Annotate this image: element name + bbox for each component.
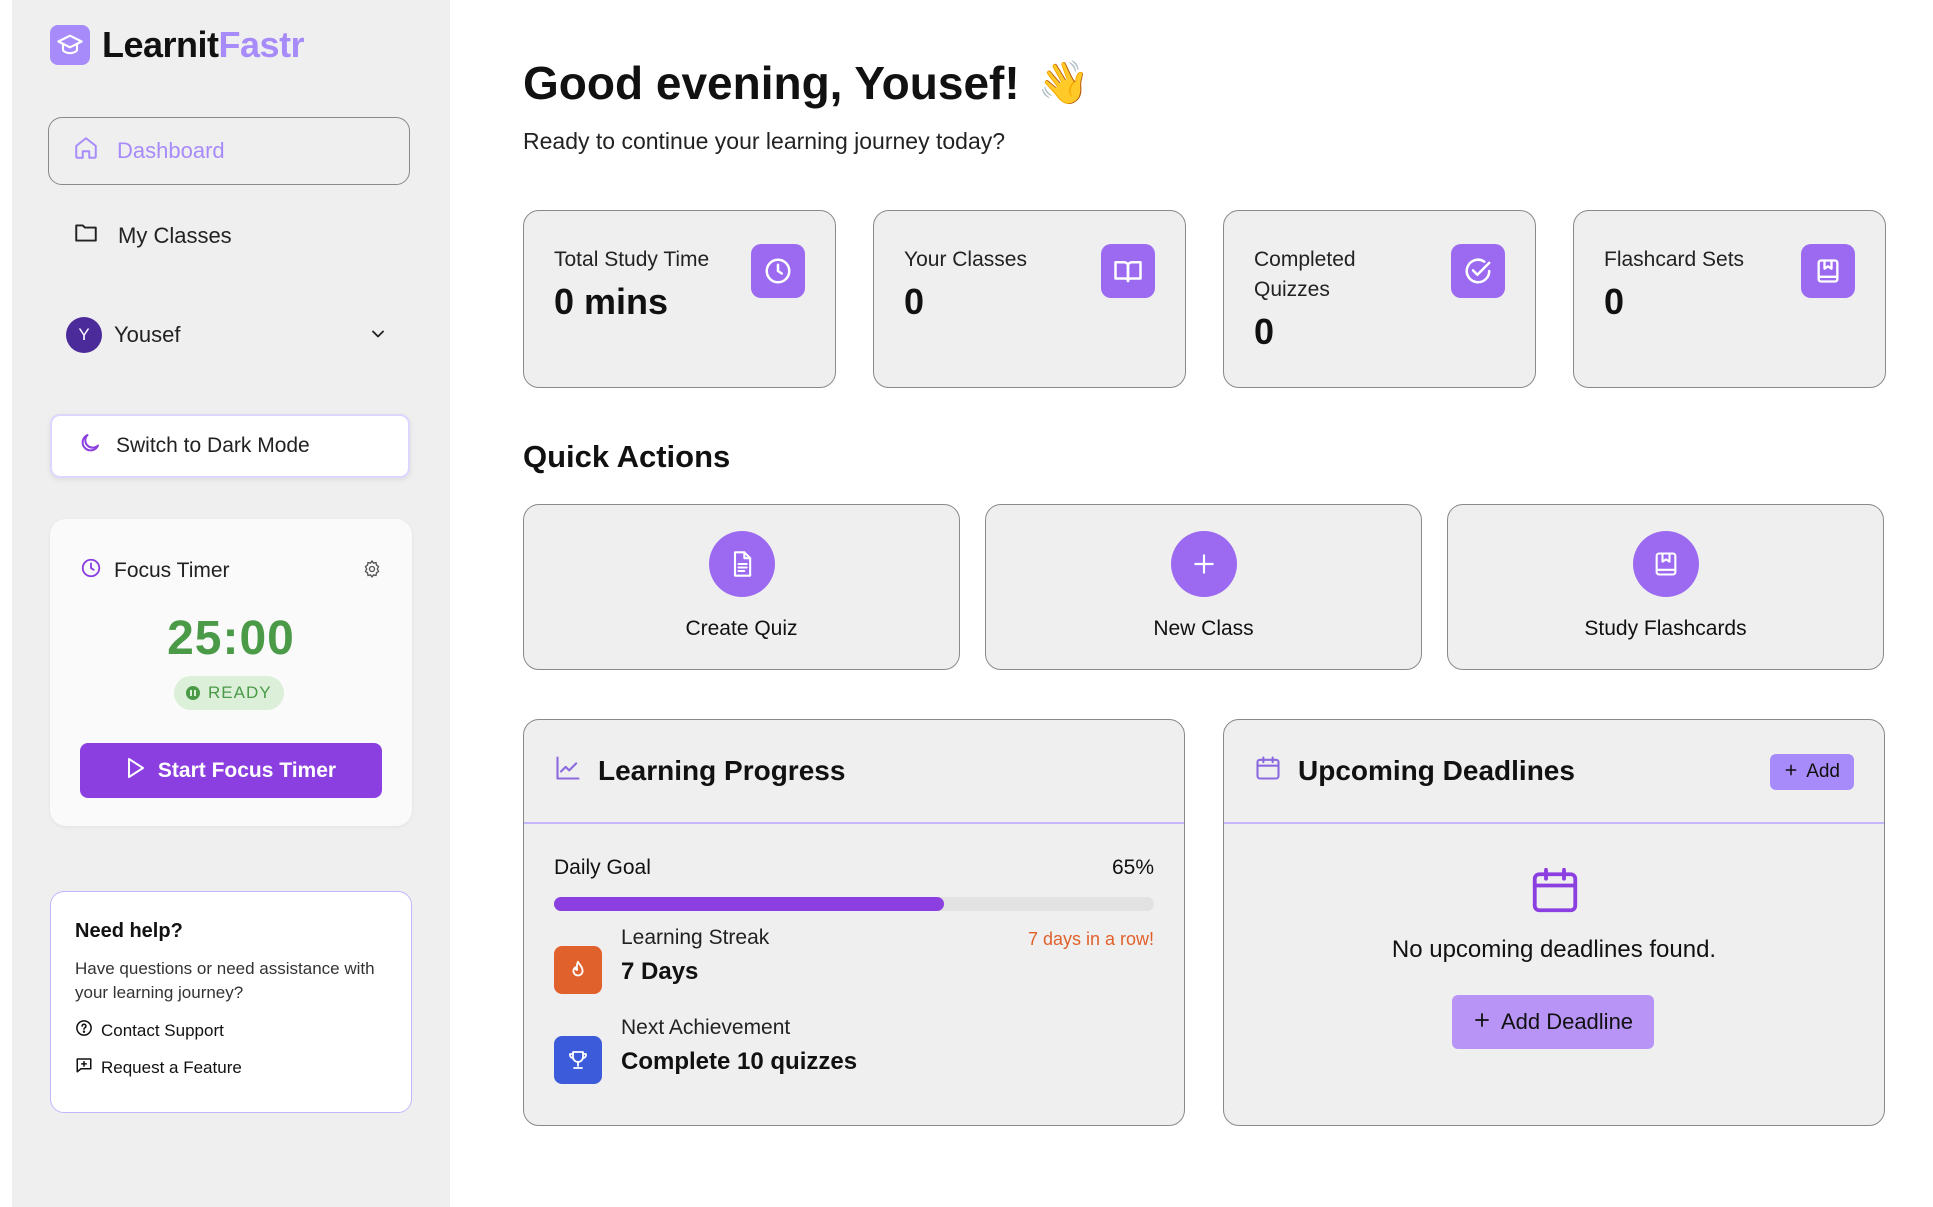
sidebar-item-label: My Classes (118, 223, 232, 248)
stat-value: 0 mins (554, 281, 669, 322)
panel-title: Upcoming Deadlines (1298, 755, 1575, 786)
request-feature-label: Request a Feature (101, 1057, 242, 1077)
plus-icon (1171, 531, 1237, 597)
start-label: Start Focus Timer (157, 758, 337, 782)
stat-label: Your Classes (904, 248, 1027, 271)
stat-value: 0 (1254, 311, 1275, 352)
stat-card-flashcards: Flashcard Sets 0 (1573, 210, 1886, 388)
status-badge: READY (174, 676, 284, 710)
document-icon (709, 531, 775, 597)
sidebar-item-my-classes[interactable]: My Classes (48, 203, 410, 269)
stat-label: Completed Quizzes (1254, 248, 1356, 301)
quick-action-label: New Class (1153, 617, 1254, 640)
daily-goal-row: Daily Goal 65% (554, 856, 1154, 880)
quick-actions-title: Quick Actions (523, 439, 731, 474)
learning-progress-panel: Learning Progress Daily Goal 65% Learnin… (523, 719, 1185, 1126)
daily-goal-progress-bar (554, 897, 1154, 911)
user-menu[interactable]: Y Yousef (48, 304, 410, 366)
stat-card-classes: Your Classes 0 (873, 210, 1186, 388)
sidebar-item-label: Dashboard (117, 138, 225, 163)
add-deadline-small-button[interactable]: Add (1770, 754, 1854, 790)
study-flashcards-button[interactable]: Study Flashcards (1447, 504, 1884, 670)
flame-icon (554, 946, 602, 994)
achievement-value: Complete 10 quizzes (621, 1048, 858, 1075)
sidebar: LearnitFastr Dashboard My Classes Y Yous… (12, 0, 450, 1207)
new-class-button[interactable]: New Class (985, 504, 1422, 670)
daily-goal-percent: 65% (1111, 856, 1154, 879)
graduation-cap-icon (50, 25, 90, 65)
user-name: Yousef (114, 322, 181, 347)
message-plus-icon (75, 1056, 93, 1079)
moon-icon (78, 431, 102, 461)
add-label: Add (1806, 761, 1840, 782)
plus-icon (1473, 1009, 1491, 1035)
bookmark-book-icon (1633, 531, 1699, 597)
streak-label: Learning Streak (621, 926, 770, 949)
daily-goal-progress-fill (554, 897, 944, 911)
play-icon (126, 757, 146, 785)
add-deadline-label: Add Deadline (1500, 1009, 1634, 1034)
upcoming-deadlines-header: Upcoming Deadlines Add (1224, 720, 1884, 824)
check-circle-icon (1451, 244, 1505, 298)
app-name: LearnitFastr (102, 24, 305, 65)
book-open-icon (1101, 244, 1155, 298)
stat-label: Total Study Time (554, 248, 710, 271)
add-deadline-button[interactable]: Add Deadline (1452, 995, 1654, 1049)
create-quiz-button[interactable]: Create Quiz (523, 504, 960, 670)
empty-state-text: No upcoming deadlines found. (1391, 936, 1717, 963)
stat-value: 0 (1604, 281, 1625, 322)
pause-icon (186, 686, 200, 700)
calendar-icon (1254, 754, 1282, 789)
quick-action-label: Study Flashcards (1584, 617, 1747, 640)
stat-card-quizzes: Completed Quizzes 0 (1223, 210, 1536, 388)
contact-support-link[interactable]: Contact Support (75, 1019, 387, 1042)
plus-icon (1784, 761, 1798, 783)
help-title: Need help? (75, 920, 183, 942)
greeting-text: Good evening, Yousef! (523, 57, 1020, 109)
daily-goal-label: Daily Goal (554, 856, 651, 879)
timer-display: 25:00 (167, 612, 295, 665)
request-feature-link[interactable]: Request a Feature (75, 1056, 387, 1079)
streak-note: 7 days in a row! (1027, 929, 1154, 949)
panel-title: Learning Progress (598, 755, 846, 786)
quick-action-label: Create Quiz (685, 617, 798, 640)
clock-icon (80, 557, 102, 585)
trophy-icon (554, 1036, 602, 1084)
dark-mode-toggle[interactable]: Switch to Dark Mode (50, 414, 410, 478)
help-card: Need help? Have questions or need assist… (50, 891, 412, 1113)
start-focus-timer-button[interactable]: Start Focus Timer (80, 743, 382, 798)
help-description: Have questions or need assistance with y… (75, 959, 375, 1002)
page-subtitle: Ready to continue your learning journey … (523, 128, 1006, 154)
chart-line-icon (554, 754, 582, 789)
learning-progress-header: Learning Progress (524, 720, 1184, 824)
stat-label: Flashcard Sets (1604, 248, 1745, 271)
upcoming-deadlines-panel: Upcoming Deadlines Add No upcoming deadl… (1223, 719, 1885, 1126)
clock-icon (751, 244, 805, 298)
achievement-label: Next Achievement (621, 1016, 791, 1039)
focus-timer-title: Focus Timer (114, 559, 230, 582)
chevron-down-icon[interactable] (368, 324, 388, 350)
question-circle-icon (75, 1019, 93, 1042)
greeting-heading: Good evening, Yousef! 👋 (523, 56, 1090, 110)
bookmark-book-icon (1801, 244, 1855, 298)
stat-value: 0 (904, 281, 925, 322)
status-text: READY (208, 683, 272, 702)
dark-mode-label: Switch to Dark Mode (116, 434, 310, 457)
folder-icon (72, 220, 100, 252)
focus-timer-card: Focus Timer 25:00 READY Start Focus Time… (50, 519, 412, 826)
home-icon (73, 135, 99, 167)
focus-timer-header: Focus Timer (80, 557, 230, 585)
sidebar-item-dashboard[interactable]: Dashboard (48, 117, 410, 185)
calendar-icon (1528, 861, 1582, 924)
waving-hand-icon: 👋 (1037, 58, 1090, 106)
gear-icon[interactable] (362, 559, 382, 584)
contact-support-label: Contact Support (101, 1020, 224, 1040)
app-logo[interactable]: LearnitFastr (50, 24, 305, 66)
avatar: Y (66, 317, 102, 353)
stat-card-study-time: Total Study Time 0 mins (523, 210, 836, 388)
streak-value: 7 Days (621, 958, 699, 985)
